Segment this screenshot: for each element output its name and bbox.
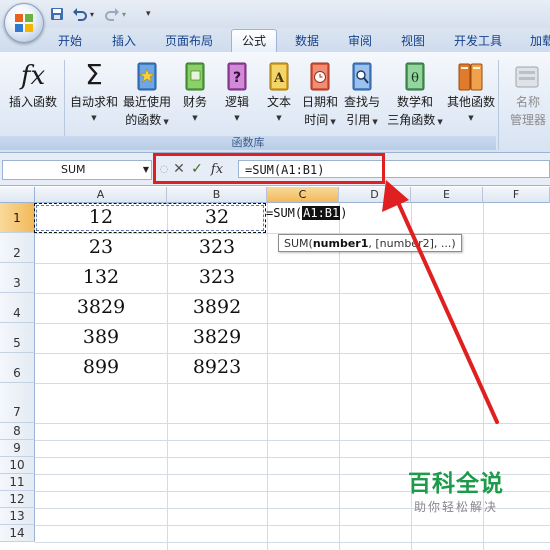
watermark-title: 百科全说 xyxy=(408,471,504,497)
office-logo-icon xyxy=(15,14,33,32)
office-button[interactable] xyxy=(4,3,44,43)
watermark-subtitle: 助你轻松解决 xyxy=(413,500,498,514)
watermark: 百科全说 助你轻松解决 xyxy=(396,470,516,516)
annotation-arrow xyxy=(382,180,499,424)
